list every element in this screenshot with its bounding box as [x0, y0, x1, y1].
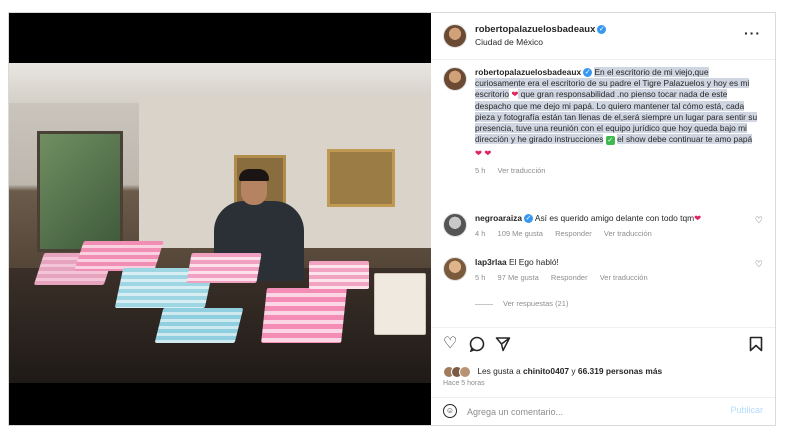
liker-avatar — [459, 366, 471, 378]
check-emoji-icon: ✓ — [605, 135, 615, 145]
hearts-emoji-icon: ❤ ❤ — [475, 148, 492, 159]
save-bookmark-icon[interactable] — [749, 336, 763, 356]
liked-by-user[interactable]: chinito0407 — [523, 366, 569, 376]
comment-meta: 4 h 109 Me gusta Responder Ver traducció… — [475, 229, 745, 238]
verified-badge-icon: ✓ — [597, 24, 607, 34]
photo-folder-stack — [309, 261, 369, 289]
comment-body: El Ego habló! — [509, 257, 559, 267]
photo-folder-stack — [261, 288, 347, 343]
view-replies-label[interactable]: Ver respuestas (21) — [503, 299, 568, 308]
verified-badge-icon: ✓ — [524, 214, 534, 224]
comment-translate-link[interactable]: Ver traducción — [600, 273, 648, 282]
share-paper-plane-icon[interactable] — [495, 336, 511, 356]
comment-bubble-icon[interactable] — [469, 336, 485, 356]
caption-avatar[interactable] — [443, 67, 467, 91]
photo-window — [37, 131, 123, 252]
commenter-avatar[interactable] — [443, 257, 467, 281]
comment-reply-button[interactable]: Responder — [555, 229, 592, 238]
photo-person-hair — [239, 169, 269, 181]
author-avatar[interactable] — [443, 24, 467, 48]
caption-username[interactable]: robertopalazuelosbadeaux — [475, 67, 581, 77]
liked-by-summary: Les gusta a chinito0407 y 66.319 persona… — [443, 366, 662, 378]
comment-likes[interactable]: 109 Me gusta — [498, 229, 543, 238]
liked-by-prefix: Les gusta a — [477, 366, 521, 377]
like-heart-icon[interactable]: ♡ — [443, 336, 457, 352]
post-location[interactable]: Ciudad de México — [475, 37, 543, 47]
caption-meta: 5 h Ver traducción — [475, 165, 760, 176]
post-sidebar: robertopalazuelosbadeaux ✓ Ciudad de Méxi… — [431, 13, 775, 425]
post-actions-bar: ♡ Les gusta a chinito0407 y 66.319 perso… — [431, 327, 775, 390]
publish-button[interactable]: Publicar — [730, 405, 763, 415]
comment-input[interactable] — [467, 404, 707, 420]
comment-text: negroaraiza ✓ Así es querido amigo delant… — [475, 213, 745, 224]
post-time-ago[interactable]: Hace 5 horas — [443, 380, 485, 387]
photo-folder-stack — [186, 253, 262, 283]
comment-translate-link[interactable]: Ver traducción — [604, 229, 652, 238]
liked-by-count[interactable]: 66.319 personas más — [578, 366, 662, 376]
comment-username[interactable]: lap3rlaa — [475, 257, 507, 267]
caption-time[interactable]: 5 h — [475, 166, 485, 175]
emoji-smiley-icon[interactable]: ☺ — [443, 404, 457, 418]
photo-painting — [327, 149, 395, 207]
view-replies[interactable]: Ver respuestas (21) — [475, 299, 568, 308]
instagram-post-window: robertopalazuelosbadeaux ✓ Ciudad de Méxi… — [8, 12, 776, 426]
photo-folder-stack — [154, 308, 244, 343]
caption-body-part3: el show debe continuar te amo papá — [617, 134, 753, 145]
more-options-icon[interactable]: ··· — [744, 25, 761, 41]
photo-ceiling — [9, 63, 431, 103]
comment-username[interactable]: negroaraiza — [475, 213, 522, 223]
add-comment-bar: ☺ Publicar — [431, 397, 775, 426]
verified-badge-icon: ✓ — [583, 68, 593, 78]
replies-divider — [475, 303, 493, 305]
post-header: robertopalazuelosbadeaux ✓ Ciudad de Méxi… — [431, 13, 775, 60]
comment-body: Así es querido amigo delante con todo tq… — [534, 213, 695, 223]
caption-translate-link[interactable]: Ver traducción — [498, 166, 546, 175]
comment-like-heart-icon[interactable]: ♡ — [755, 259, 763, 270]
comment-reply-button[interactable]: Responder — [551, 273, 588, 282]
photo-paper-stack — [374, 273, 426, 335]
author-username-text[interactable]: robertopalazuelosbadeaux — [475, 24, 595, 35]
comment-likes[interactable]: 97 Me gusta — [498, 273, 539, 282]
photo-folder-stack — [74, 241, 164, 271]
comment-text: lap3rlaa El Ego habló! — [475, 257, 745, 268]
post-media-pane — [9, 13, 431, 425]
comment-meta: 5 h 97 Me gusta Responder Ver traducción — [475, 273, 745, 282]
caption-text: robertopalazuelosbadeaux ✓ En el escritor… — [475, 67, 760, 176]
comment-like-heart-icon[interactable]: ♡ — [755, 215, 763, 226]
post-photo[interactable] — [9, 63, 431, 383]
liked-by-and: y — [571, 366, 576, 377]
comment-time[interactable]: 4 h — [475, 229, 485, 238]
commenter-avatar[interactable] — [443, 213, 467, 237]
comment-time[interactable]: 5 h — [475, 273, 485, 282]
heart-emoji-icon: ❤ — [694, 213, 702, 223]
author-username[interactable]: robertopalazuelosbadeaux ✓ — [475, 24, 607, 35]
